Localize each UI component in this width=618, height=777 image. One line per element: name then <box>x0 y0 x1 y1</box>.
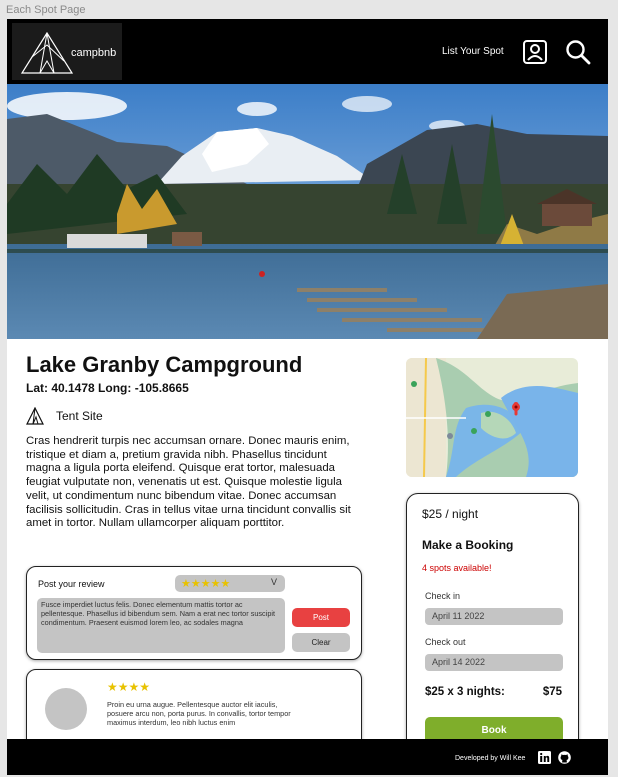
location-map[interactable] <box>406 358 578 477</box>
nightly-price: $25 / night <box>422 507 479 521</box>
logo[interactable]: campbnb <box>12 23 122 80</box>
review-rating-stars: ★★★★ <box>107 680 151 694</box>
site-header: campbnb List Your Spot <box>7 19 608 84</box>
tent-logo-icon <box>20 31 74 74</box>
spot-coordinates: Lat: 40.1478 Long: -105.8665 <box>26 381 189 395</box>
tent-icon <box>26 407 44 425</box>
lake-mountain-photo <box>7 84 608 339</box>
review-form-label: Post your review <box>38 579 105 589</box>
site-footer: Developed by Will Kee <box>7 739 608 775</box>
list-your-spot-link[interactable]: List Your Spot <box>442 46 504 57</box>
post-review-button[interactable]: Post <box>292 608 350 627</box>
price-total: $75 <box>542 686 562 698</box>
developer-credit: Developed by Will Kee <box>455 755 526 762</box>
rating-stars: ★★★★★ <box>181 578 231 590</box>
spot-page: campbnb List Your Spot Lake Granby Campg… <box>7 19 608 775</box>
avatar <box>45 688 87 730</box>
availability-text: 4 spots available! <box>422 563 492 573</box>
clear-review-button[interactable]: Clear <box>292 633 350 652</box>
review-form: Post your review ★★★★★ V Fusce imperdiet… <box>26 566 362 660</box>
review-textarea[interactable]: Fusce imperdiet luctus felis. Donec elem… <box>37 598 285 653</box>
user-icon[interactable] <box>522 39 548 65</box>
booking-title: Make a Booking <box>422 538 514 552</box>
hero-photo <box>7 84 608 339</box>
price-summary: $25 x 3 nights: <box>425 686 505 698</box>
check-out-field[interactable]: April 14 2022 <box>425 654 563 671</box>
spot-title: Lake Granby Campground <box>26 352 303 377</box>
search-icon[interactable] <box>565 39 591 65</box>
frame-label: Each Spot Page <box>6 4 86 16</box>
review-text: Proin eu urna augue. Pellentesque auctor… <box>107 700 291 727</box>
github-icon[interactable] <box>558 751 571 764</box>
map-graphic <box>406 358 578 477</box>
check-out-label: Check out <box>425 637 466 647</box>
rating-dropdown[interactable]: ★★★★★ V <box>175 575 285 592</box>
check-in-field[interactable]: April 11 2022 <box>425 608 563 625</box>
booking-card: $25 / night Make a Booking 4 spots avail… <box>406 493 579 775</box>
check-in-label: Check in <box>425 591 461 601</box>
logo-text: campbnb <box>71 47 117 59</box>
spot-description: Cras hendrerit turpis nec accumsan ornar… <box>26 435 351 530</box>
site-type: Tent Site <box>56 409 103 423</box>
chevron-down-icon: V <box>270 577 277 587</box>
linkedin-icon[interactable] <box>538 751 551 764</box>
